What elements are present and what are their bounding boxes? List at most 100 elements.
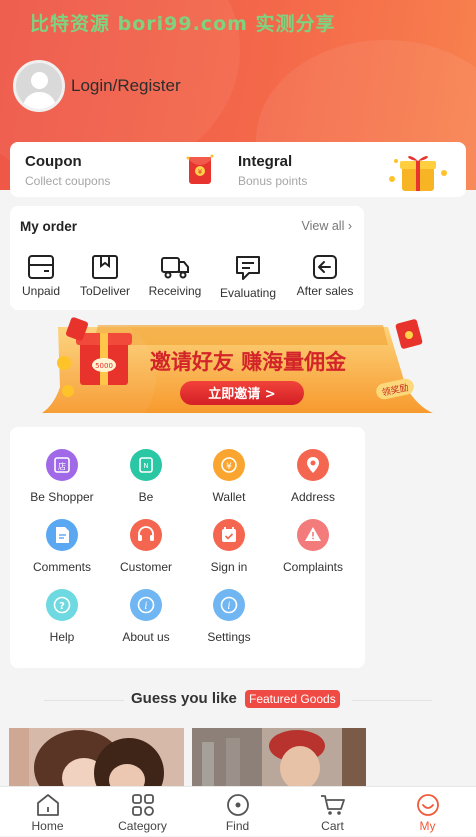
smile-icon xyxy=(416,794,439,816)
order-receiving-label: Receiving xyxy=(148,284,202,298)
divider xyxy=(44,700,124,701)
coupon-subtitle: Collect coupons xyxy=(25,174,111,188)
svg-text:i: i xyxy=(227,601,230,612)
order-todeliver[interactable]: ToDeliver xyxy=(70,254,140,298)
product-image xyxy=(9,728,184,788)
shop-icon: 店 xyxy=(46,449,78,481)
tab-find[interactable]: Find xyxy=(190,787,285,837)
document-icon xyxy=(46,519,78,551)
product-card[interactable] xyxy=(192,728,366,788)
product-image xyxy=(192,728,366,788)
box-icon xyxy=(92,255,118,279)
location-pin-icon xyxy=(297,449,329,481)
compass-icon xyxy=(226,794,249,816)
avatar[interactable] xyxy=(13,60,65,112)
store-icon: N xyxy=(130,449,162,481)
home-icon xyxy=(36,794,59,816)
svg-text:N: N xyxy=(143,462,148,470)
service-wallet[interactable]: ¥ Wallet xyxy=(184,449,274,504)
calendar-check-icon xyxy=(213,519,245,551)
chevron-right-icon: › xyxy=(344,219,352,233)
headset-icon xyxy=(130,519,162,551)
service-about-us[interactable]: i About us xyxy=(101,589,191,644)
svg-text:?: ? xyxy=(59,601,65,612)
view-all-label: View all xyxy=(301,219,345,233)
wallet-card-icon xyxy=(28,255,54,279)
order-after-sales[interactable]: After sales xyxy=(290,254,360,298)
service-customer[interactable]: Customer xyxy=(101,519,191,574)
red-envelope-icon: ¥ xyxy=(186,154,214,184)
invite-friends-banner[interactable]: 5000 邀请好友 赚海量佣金 立即邀请 > 领奖励 xyxy=(36,315,438,437)
divider xyxy=(352,700,432,701)
service-sign-in[interactable]: Sign in xyxy=(184,519,274,574)
truck-icon xyxy=(161,257,189,279)
coupon-title: Coupon xyxy=(25,153,82,170)
comment-icon xyxy=(236,256,260,280)
coupon-integral-card: Coupon Collect coupons ¥ Integral Bonus … xyxy=(10,142,466,197)
service-customer-label: Customer xyxy=(119,560,172,574)
svg-text:店: 店 xyxy=(58,461,66,471)
integral-block[interactable]: Integral Bonus points xyxy=(238,142,466,197)
service-settings-label: Settings xyxy=(207,630,251,644)
service-address[interactable]: Address xyxy=(268,449,358,504)
service-be-label: Be xyxy=(138,490,154,504)
order-todeliver-label: ToDeliver xyxy=(79,284,130,298)
service-be-shopper[interactable]: 店 Be Shopper xyxy=(17,449,107,504)
avatar-body xyxy=(23,92,56,109)
svg-text:i: i xyxy=(144,601,147,612)
product-card[interactable] xyxy=(9,728,184,788)
order-unpaid-label: Unpaid xyxy=(21,284,61,298)
tab-cart-label: Cart xyxy=(321,819,344,833)
order-evaluating[interactable]: Evaluating xyxy=(213,254,283,300)
banner-box-label: 5000 xyxy=(95,362,113,370)
gift-box-icon xyxy=(389,156,447,191)
banner-headline: 邀请好友 赚海量佣金 xyxy=(150,350,347,374)
service-comments[interactable]: Comments xyxy=(17,519,107,574)
info-icon: i xyxy=(130,589,162,621)
order-after-sales-label: After sales xyxy=(296,284,354,298)
service-sign-in-label: Sign in xyxy=(210,560,248,574)
order-unpaid[interactable]: Unpaid xyxy=(6,254,76,298)
tab-my-label: My xyxy=(419,819,436,833)
yen-coin-icon: ¥ xyxy=(213,449,245,481)
banner-invite-button: 立即邀请 > xyxy=(208,386,275,402)
category-icon xyxy=(131,794,154,816)
avatar-head xyxy=(31,72,48,89)
cart-icon xyxy=(320,795,345,815)
guess-title: Guess you like xyxy=(131,690,237,707)
login-register-link[interactable]: Login/Register xyxy=(71,76,181,96)
tab-category[interactable]: Category xyxy=(95,787,190,837)
return-icon xyxy=(313,255,337,279)
question-icon: ? xyxy=(46,589,78,621)
warning-icon xyxy=(297,519,329,551)
coupon-block[interactable]: Coupon Collect coupons ¥ xyxy=(10,142,238,197)
service-be[interactable]: N Be xyxy=(101,449,191,504)
service-help-label: Help xyxy=(49,630,75,644)
svg-text:¥: ¥ xyxy=(226,462,232,472)
featured-goods-badge: Featured Goods xyxy=(245,690,340,708)
service-be-shopper-label: Be Shopper xyxy=(30,490,94,504)
watermark-text: 比特资源 bori99.com 实测分享 xyxy=(30,13,336,35)
tab-cart[interactable]: Cart xyxy=(285,787,380,837)
service-complaints[interactable]: Complaints xyxy=(268,519,358,574)
view-all-link[interactable]: View all › xyxy=(302,219,353,233)
svg-text:¥: ¥ xyxy=(198,168,203,176)
bottom-tab-bar: Home Category Find Cart My xyxy=(0,786,476,836)
info-icon: i xyxy=(213,589,245,621)
service-help[interactable]: ? Help xyxy=(17,589,107,644)
tab-home-label: Home xyxy=(31,819,64,833)
integral-title: Integral xyxy=(238,153,293,170)
service-complaints-label: Complaints xyxy=(282,560,344,574)
tab-home[interactable]: Home xyxy=(0,787,95,837)
service-wallet-label: Wallet xyxy=(212,490,246,504)
my-order-panel: My order View all › Unpaid ToDeliver Rec… xyxy=(10,206,364,310)
service-settings[interactable]: i Settings xyxy=(184,589,274,644)
guess-you-like-header: Guess you like Featured Goods xyxy=(0,688,476,712)
my-order-title: My order xyxy=(20,219,78,234)
service-address-label: Address xyxy=(290,490,336,504)
tab-my[interactable]: My xyxy=(380,787,475,837)
tab-find-label: Find xyxy=(225,819,250,833)
order-receiving[interactable]: Receiving xyxy=(140,254,210,298)
banner-art: 5000 邀请好友 赚海量佣金 立即邀请 > 领奖励 xyxy=(36,317,433,437)
services-grid: 店 Be Shopper N Be ¥ Wallet Address Comme… xyxy=(10,427,365,668)
